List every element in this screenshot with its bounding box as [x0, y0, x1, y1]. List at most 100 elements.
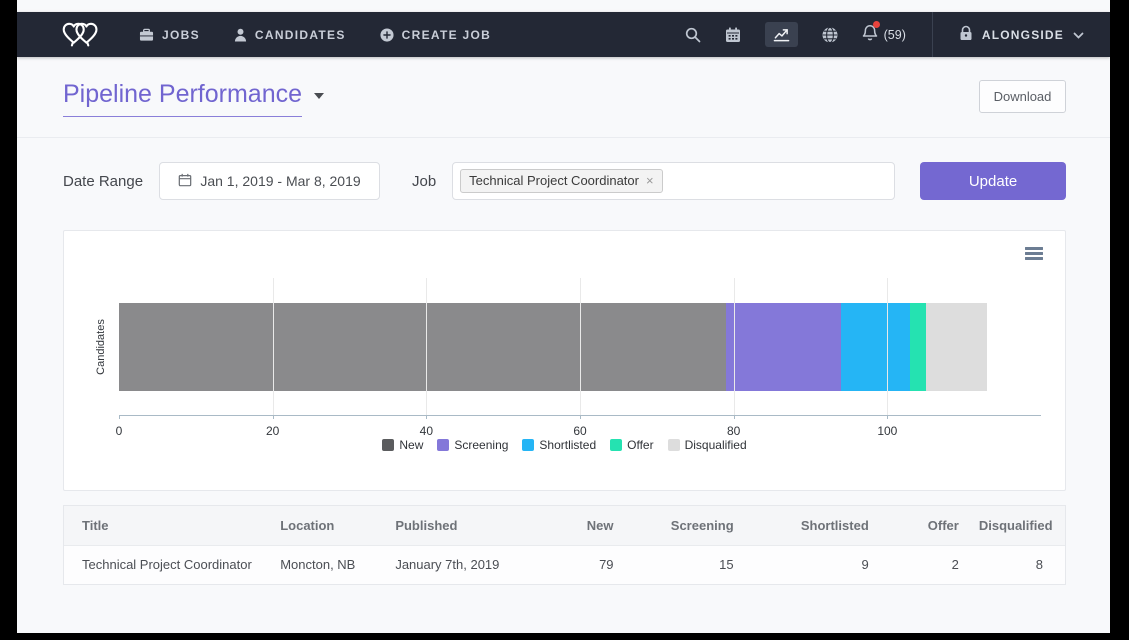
table-cell: 9: [744, 545, 879, 584]
nav-item-label: CANDIDATES: [255, 28, 346, 42]
legend-swatch: [522, 439, 534, 451]
column-header-shortlisted: Shortlisted: [744, 506, 879, 545]
brand-logo-icon[interactable]: [61, 19, 101, 50]
close-icon[interactable]: ×: [646, 174, 654, 187]
table-cell: 2: [879, 545, 969, 584]
x-tick-label: 40: [420, 424, 433, 438]
notification-count: (59): [884, 28, 906, 42]
bar-segment-new[interactable]: [119, 303, 726, 391]
legend-label: Shortlisted: [539, 438, 596, 452]
legend-item-disqualified[interactable]: Disqualified: [668, 438, 747, 452]
table-cell: 15: [624, 545, 744, 584]
column-header-offer: Offer: [879, 506, 969, 545]
legend-swatch: [610, 439, 622, 451]
bar-segment-screening[interactable]: [726, 303, 841, 391]
x-tick-mark: [119, 415, 120, 419]
job-label: Job: [412, 173, 436, 190]
job-tag: Technical Project Coordinator ×: [460, 169, 662, 193]
table-cell: Moncton, NB: [270, 545, 385, 584]
search-icon[interactable]: [685, 27, 701, 43]
notification-dot: [873, 21, 880, 28]
legend-item-shortlisted[interactable]: Shortlisted: [522, 438, 596, 452]
app-screen: JOBS CANDIDATES CREATE JOB: [17, 0, 1110, 633]
column-header-title: Title: [64, 506, 270, 545]
x-tick-label: 80: [727, 424, 740, 438]
job-multiselect[interactable]: Technical Project Coordinator ×: [452, 162, 895, 200]
navbar: JOBS CANDIDATES CREATE JOB: [17, 12, 1110, 57]
table-cell: 79: [533, 545, 623, 584]
analytics-icon[interactable]: [765, 22, 798, 47]
calendar-small-icon: [178, 173, 192, 190]
x-tick-label: 60: [573, 424, 586, 438]
legend-label: Screening: [454, 438, 508, 452]
chevron-down-icon: [1073, 28, 1084, 42]
legend-label: Offer: [627, 438, 653, 452]
nav-item-candidates[interactable]: CANDIDATES: [234, 28, 346, 42]
table-cell: January 7th, 2019: [385, 545, 533, 584]
column-header-new: New: [533, 506, 623, 545]
filter-bar: Date Range Jan 1, 2019 - Mar 8, 2019 Job…: [63, 162, 1066, 200]
table-row: Technical Project CoordinatorMoncton, NB…: [64, 545, 1065, 584]
nav-links: JOBS CANDIDATES CREATE JOB: [139, 28, 491, 42]
column-header-location: Location: [270, 506, 385, 545]
x-tick-mark: [580, 415, 581, 419]
x-tick-mark: [734, 415, 735, 419]
account-menu[interactable]: ALONGSIDE: [959, 25, 1084, 44]
table-cell: Technical Project Coordinator: [64, 545, 270, 584]
account-label: ALONGSIDE: [982, 28, 1064, 42]
navbar-divider: [932, 12, 933, 57]
results-table: TitleLocationPublishedNewScreeningShortl…: [64, 506, 1065, 584]
date-range-input[interactable]: Jan 1, 2019 - Mar 8, 2019: [159, 162, 380, 200]
report-selector[interactable]: Pipeline Performance: [63, 80, 324, 117]
nav-right: (59) ALONGSIDE: [685, 12, 1084, 57]
x-tick-mark: [273, 415, 274, 419]
lock-icon: [959, 25, 973, 44]
calendar-icon[interactable]: [725, 27, 741, 43]
bar-segment-disqualified[interactable]: [926, 303, 987, 391]
legend-item-new[interactable]: New: [382, 438, 423, 452]
table-body: Technical Project CoordinatorMoncton, NB…: [64, 545, 1065, 584]
x-tick-label: 100: [877, 424, 897, 438]
column-header-disqualified: Disqualified: [969, 506, 1065, 545]
gridline: [273, 278, 274, 415]
chart-menu-icon[interactable]: [1025, 247, 1043, 262]
gridline: [734, 278, 735, 415]
x-tick-label: 20: [266, 424, 279, 438]
legend-item-screening[interactable]: Screening: [437, 438, 508, 452]
header-divider: [17, 137, 1110, 138]
plus-circle-icon: [380, 28, 394, 42]
nav-item-create-job[interactable]: CREATE JOB: [380, 28, 491, 42]
job-tag-label: Technical Project Coordinator: [469, 173, 639, 188]
caret-down-icon: [314, 93, 324, 99]
x-tick-mark: [887, 415, 888, 419]
legend-label: New: [399, 438, 423, 452]
table-cell: 8: [969, 545, 1065, 584]
bar-segment-shortlisted[interactable]: [841, 303, 910, 391]
x-tick-mark: [426, 415, 427, 419]
legend-item-offer[interactable]: Offer: [610, 438, 653, 452]
bar-segment-offer[interactable]: [910, 303, 925, 391]
person-icon: [234, 28, 247, 42]
legend-label: Disqualified: [685, 438, 747, 452]
results-table-panel: TitleLocationPublishedNewScreeningShortl…: [63, 505, 1066, 585]
table-header-row: TitleLocationPublishedNewScreeningShortl…: [64, 506, 1065, 545]
gridline: [887, 278, 888, 415]
globe-icon[interactable]: [822, 27, 838, 43]
gridline: [426, 278, 427, 415]
x-tick-label: 0: [116, 424, 123, 438]
notifications-button[interactable]: (59): [862, 24, 906, 46]
download-button[interactable]: Download: [979, 80, 1066, 113]
chart-ylabel: Candidates: [94, 278, 108, 416]
column-header-published: Published: [385, 506, 533, 545]
plot-area: 020406080100: [119, 278, 1041, 416]
date-range-label: Date Range: [63, 173, 143, 190]
gridline: [580, 278, 581, 415]
nav-item-jobs[interactable]: JOBS: [139, 28, 200, 42]
nav-item-label: JOBS: [162, 28, 200, 42]
date-range-value: Jan 1, 2019 - Mar 8, 2019: [200, 173, 360, 189]
chart-legend: New Screening Shortlisted Offer Disqualified: [64, 438, 1065, 452]
update-button[interactable]: Update: [920, 162, 1066, 200]
page-title: Pipeline Performance: [63, 80, 302, 117]
chart-panel: Candidates 020406080100 NewScreeningShor…: [63, 230, 1066, 491]
nav-item-label: CREATE JOB: [402, 28, 491, 42]
